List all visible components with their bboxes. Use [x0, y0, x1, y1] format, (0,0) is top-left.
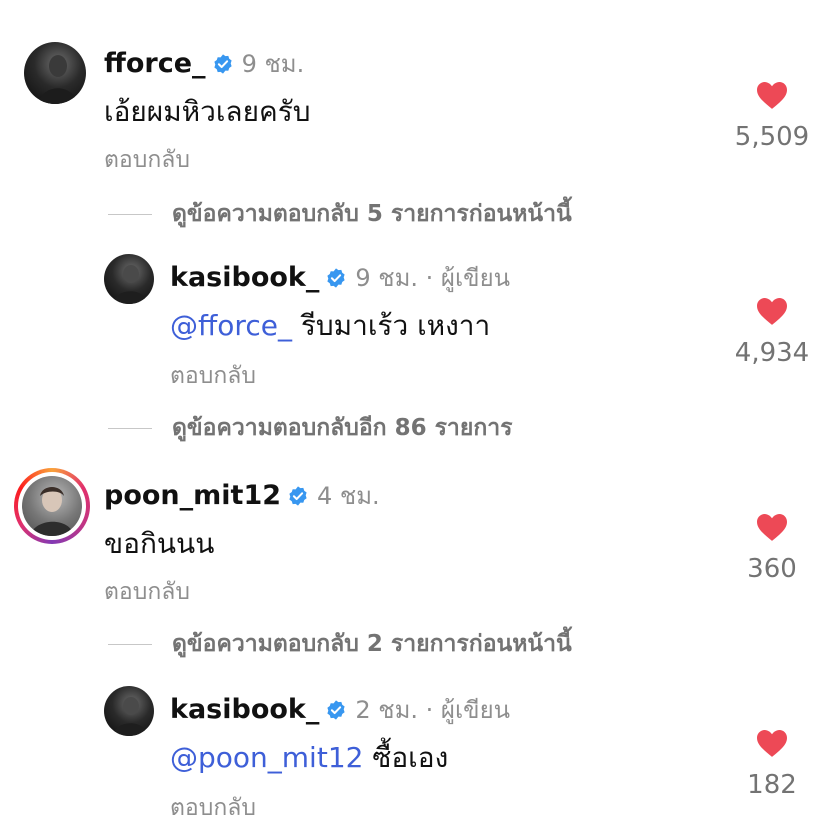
comment-text: @poon_mit12 ซื้อเอง — [170, 736, 448, 780]
divider-line — [108, 213, 152, 215]
verified-badge-icon — [325, 267, 347, 289]
comment-text-body: รีบมาเร้ว เหงาา — [300, 309, 491, 342]
verified-badge-icon — [287, 485, 309, 507]
heart-icon[interactable] — [755, 728, 789, 758]
like-count: 182 — [747, 770, 797, 800]
username[interactable]: poon_mit12 — [104, 480, 281, 511]
avatar-poon-mit12 — [22, 476, 82, 536]
divider-line — [108, 427, 152, 429]
comment-text: เอ้ยผมหิวเลยครับ — [104, 90, 311, 134]
verified-badge-icon — [325, 699, 347, 721]
timestamp: 4 ชม. — [317, 482, 380, 510]
avatar-fforce[interactable] — [24, 42, 86, 104]
like-area: 182 — [722, 728, 822, 800]
comment-text-body: ซื้อเอง — [372, 741, 449, 774]
heart-icon[interactable] — [755, 296, 789, 326]
comment-text-body: ขอกินนน — [104, 527, 215, 560]
like-area: 4,934 — [722, 296, 822, 368]
like-count: 5,509 — [734, 122, 810, 152]
like-count: 360 — [747, 554, 797, 584]
like-area: 360 — [722, 512, 822, 584]
comment-text: @fforce_ รีบมาเร้ว เหงาา — [170, 304, 490, 348]
timestamp: 9 ชม. · ผู้เขียน — [355, 264, 511, 292]
verified-badge-icon — [212, 53, 234, 75]
reply-button[interactable]: ตอบกลับ — [104, 142, 190, 178]
story-ring[interactable] — [14, 468, 90, 544]
mention-link[interactable]: @poon_mit12 — [170, 741, 363, 774]
timestamp: 2 ชม. · ผู้เขียน — [355, 696, 511, 724]
comment-text-body: เอ้ยผมหิวเลยครับ — [104, 95, 311, 128]
reply-button[interactable]: ตอบกลับ — [104, 574, 190, 610]
comment-header: kasibook_ 2 ชม. · ผู้เขียน — [170, 690, 510, 729]
like-area: 5,509 — [722, 80, 822, 152]
view-replies-button[interactable]: ดูข้อความตอบกลับอีก 86 รายการ — [108, 410, 513, 446]
view-replies-button[interactable]: ดูข้อความตอบกลับ 2 รายการก่อนหน้านี้ — [108, 626, 572, 662]
heart-icon[interactable] — [755, 512, 789, 542]
view-replies-label: ดูข้อความตอบกลับ 2 รายการก่อนหน้านี้ — [172, 631, 572, 657]
divider-line — [108, 643, 152, 645]
avatar-kasibook[interactable] — [104, 254, 154, 304]
like-count: 4,934 — [734, 338, 810, 368]
comment-header: fforce_ 9 ชม. — [104, 44, 304, 83]
comment-header: kasibook_ 9 ชม. · ผู้เขียน — [170, 258, 510, 297]
avatar-kasibook[interactable] — [104, 686, 154, 736]
reply-button[interactable]: ตอบกลับ — [170, 790, 256, 826]
heart-icon[interactable] — [755, 80, 789, 110]
view-replies-label: ดูข้อความตอบกลับ 5 รายการก่อนหน้านี้ — [172, 201, 572, 227]
view-replies-label: ดูข้อความตอบกลับอีก 86 รายการ — [172, 415, 513, 441]
username[interactable]: fforce_ — [104, 48, 206, 79]
reply-button[interactable]: ตอบกลับ — [170, 358, 256, 394]
mention-link[interactable]: @fforce_ — [170, 309, 292, 342]
comment-text: ขอกินนน — [104, 522, 214, 566]
username[interactable]: kasibook_ — [170, 694, 319, 725]
view-replies-button[interactable]: ดูข้อความตอบกลับ 5 รายการก่อนหน้านี้ — [108, 196, 572, 232]
timestamp: 9 ชม. — [241, 50, 305, 78]
username[interactable]: kasibook_ — [170, 262, 319, 293]
comment-header: poon_mit12 4 ชม. — [104, 476, 380, 515]
